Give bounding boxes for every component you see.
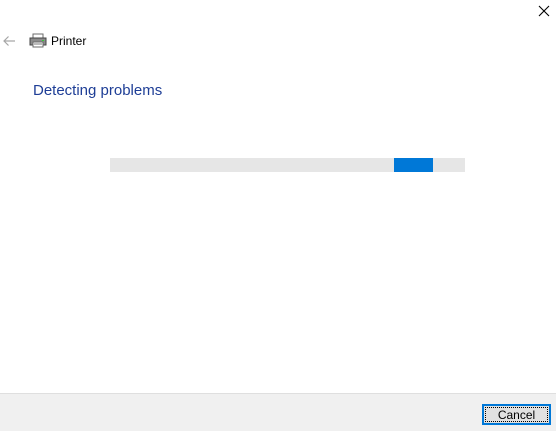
progress-bar [110, 158, 465, 172]
troubleshooter-window: Printer Detecting problems Cancel [0, 0, 556, 431]
back-arrow-icon [3, 36, 15, 46]
title-bar: Printer [0, 28, 300, 54]
close-button[interactable] [532, 0, 556, 22]
back-button[interactable] [0, 32, 18, 50]
cancel-button-label: Cancel [497, 407, 536, 422]
progress-indicator [394, 158, 433, 172]
page-heading: Detecting problems [33, 82, 163, 99]
printer-icon [29, 33, 47, 49]
close-icon [538, 5, 550, 17]
cancel-button[interactable]: Cancel [482, 404, 551, 425]
app-title: Printer [51, 34, 87, 48]
footer-bar: Cancel [0, 393, 556, 431]
